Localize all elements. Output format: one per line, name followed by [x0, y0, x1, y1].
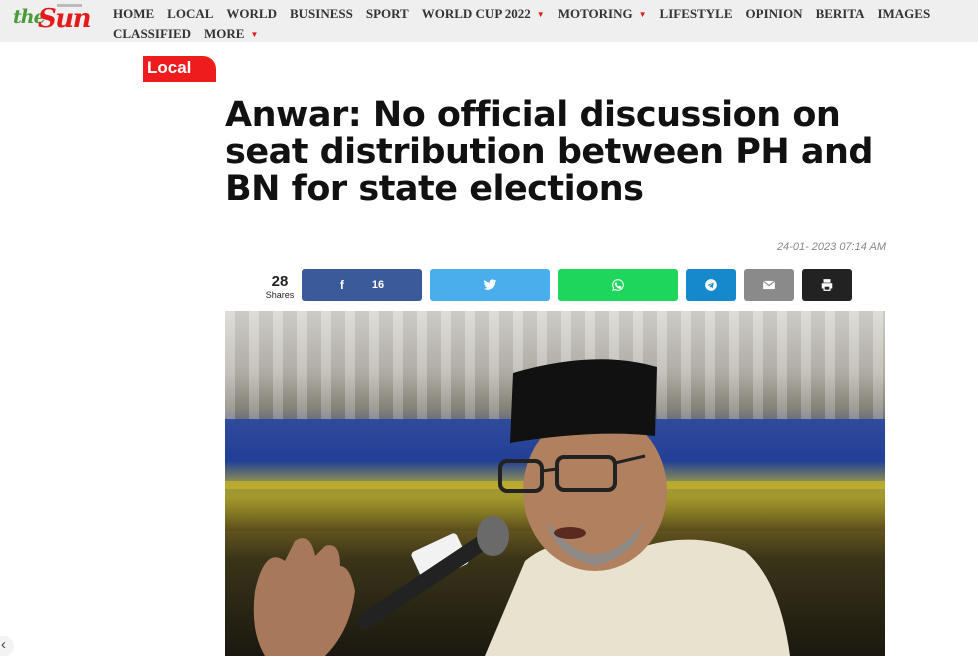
site-header: the Sun HOME LOCAL WORLD BUSINESS SPORT WORLD…	[0, 0, 978, 42]
print-icon	[821, 279, 833, 291]
nav-item-more[interactable]: MORE ▼	[204, 26, 258, 42]
main-nav: HOME LOCAL WORLD BUSINESS SPORT WORLD CUP 202…	[113, 4, 973, 44]
facebook-share-button[interactable]: f 16	[302, 269, 422, 301]
share-count-label: Shares	[265, 290, 295, 300]
caret-down-icon: ▼	[536, 9, 545, 19]
facebook-icon: f	[339, 278, 344, 292]
caret-down-icon: ▼	[250, 29, 259, 39]
chevron-left-icon: ‹	[1, 636, 6, 653]
nav-item-label: MORE	[204, 26, 245, 41]
twitter-share-button[interactable]	[430, 269, 550, 301]
speaker-songkok	[510, 359, 657, 443]
nav-row-primary: HOME LOCAL WORLD BUSINESS SPORT WORLD CUP 202…	[113, 4, 973, 24]
nav-item-label: LIFESTYLE	[659, 6, 733, 21]
nav-item-label: WORLD CUP 2022	[421, 6, 531, 21]
nav-row-secondary: CLASSIFIED MORE ▼	[113, 24, 973, 44]
nav-item-label: IMAGES	[877, 6, 931, 21]
nav-item-sport[interactable]: SPORT	[366, 6, 409, 22]
share-count: 28 Shares	[262, 273, 298, 300]
publish-date: 24-01- 2023 07:14 AM	[776, 241, 886, 253]
nav-item-classified[interactable]: CLASSIFIED	[113, 26, 191, 42]
nav-item-label: LOCAL	[167, 6, 214, 21]
logo-sun: Sun	[38, 4, 92, 34]
caret-down-icon: ▼	[638, 9, 647, 19]
speaker-mouth	[554, 527, 586, 539]
facebook-share-count: 16	[371, 279, 385, 291]
speaker-hand	[253, 538, 355, 656]
telegram-share-button[interactable]	[686, 269, 736, 301]
nav-item-label: OPINION	[745, 6, 803, 21]
nav-item-business[interactable]: BUSINESS	[290, 6, 353, 22]
nav-item-label: MOTORING	[557, 6, 633, 21]
nav-item-images[interactable]: IMAGES	[877, 6, 930, 22]
category-label: Local	[147, 58, 192, 77]
email-share-button[interactable]	[744, 269, 794, 301]
nav-item-label: BERITA	[815, 6, 865, 21]
article-headline: Anwar: No official discussion on seat di…	[225, 95, 873, 209]
nav-item-local[interactable]: LOCAL	[167, 6, 213, 22]
site-logo[interactable]: the Sun	[13, 1, 92, 41]
speaker-robe	[485, 539, 790, 656]
previous-arrow[interactable]: ‹	[0, 636, 14, 656]
whatsapp-share-button[interactable]	[558, 269, 678, 301]
nav-item-label: CLASSIFIED	[113, 26, 192, 41]
nav-item-label: HOME	[113, 6, 155, 21]
nav-item-world[interactable]: WORLD	[226, 6, 277, 22]
nav-item-motoring[interactable]: MOTORING ▼	[558, 6, 647, 22]
email-icon	[762, 280, 776, 290]
article-photo	[225, 311, 885, 656]
nav-item-label: BUSINESS	[289, 6, 353, 21]
nav-item-label: SPORT	[365, 6, 409, 21]
whatsapp-icon	[612, 279, 624, 291]
share-count-number: 28	[271, 273, 289, 290]
nav-item-opinion[interactable]: OPINION	[746, 6, 803, 22]
nav-item-world-cup-2022[interactable]: WORLD CUP 2022 ▼	[422, 6, 545, 22]
microphone-head	[477, 516, 509, 556]
nav-item-lifestyle[interactable]: LIFESTYLE	[660, 6, 733, 22]
nav-item-berita[interactable]: BERITA	[816, 6, 865, 22]
nav-item-label: WORLD	[226, 6, 277, 21]
twitter-icon	[483, 279, 497, 290]
telegram-icon	[705, 279, 717, 291]
print-button[interactable]	[802, 269, 852, 301]
nav-item-home[interactable]: HOME	[113, 6, 154, 22]
category-tag[interactable]: Local	[143, 56, 216, 82]
speaker-glasses-bridge	[541, 467, 558, 473]
speaker-figure	[253, 359, 790, 656]
